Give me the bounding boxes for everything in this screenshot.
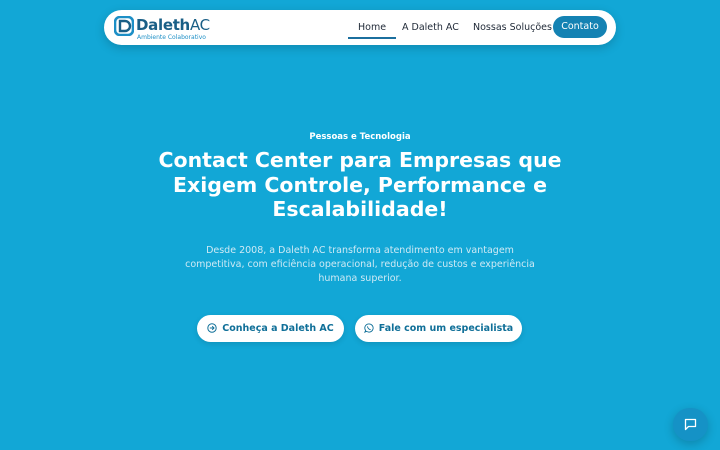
nav-home-link[interactable]: Home [347,10,397,45]
whatsapp-icon [363,322,374,333]
arrow-circle-right-icon [207,322,217,333]
nav-about-link[interactable]: A Daleth AC [402,10,459,45]
navbar: DalethAC Ambiente Colaborativo Home A Da… [104,10,616,45]
specialist-button-label: Fale com um especialista [378,323,514,334]
nav-solutions-link[interactable]: Nossas Soluções [473,10,552,45]
hero-eyebrow: Pessoas e Tecnologia [309,132,411,142]
chat-bubble-icon [684,418,697,431]
nav-contact-button[interactable]: Contato [553,16,607,38]
chat-button[interactable] [673,408,708,441]
specialist-button[interactable]: Fale com um especialista [355,315,522,342]
daleth-logo-icon [114,16,134,36]
brand-tagline: Ambiente Colaborativo [137,34,206,41]
hero-description: Desde 2008, a Daleth AC transforma atend… [185,245,535,284]
hero-title: Contact Center para Empresas que Exigem … [158,148,562,221]
about-button[interactable]: Conheça a Daleth AC [197,315,344,342]
about-button-label: Conheça a Daleth AC [222,323,334,334]
brand-name-suffix: AC [189,16,210,34]
brand-name: DalethAC [136,16,210,34]
brand-name-main: Daleth [136,16,190,34]
